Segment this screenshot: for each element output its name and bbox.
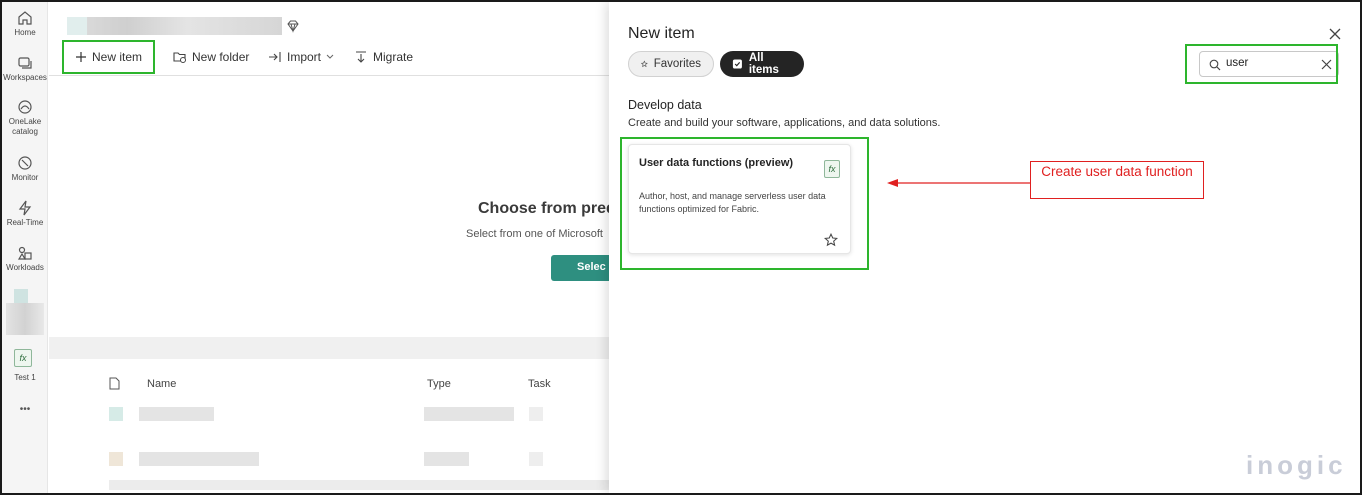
import-label: Import xyxy=(287,50,322,64)
table-row[interactable] xyxy=(109,407,123,421)
table-row[interactable] xyxy=(109,480,609,490)
screenshot-frame: Home Workspaces OneLake catalog Monitor … xyxy=(0,0,1362,495)
card-highlight xyxy=(620,137,869,270)
rail-item-workspaces[interactable]: Workspaces xyxy=(2,55,48,83)
section-description: Create and build your software, applicat… xyxy=(628,117,941,129)
table-row-cell xyxy=(424,452,469,466)
rail-label-test[interactable]: Test 1 xyxy=(2,373,48,383)
section-title: Develop data xyxy=(628,98,702,112)
migrate-button[interactable]: Migrate xyxy=(354,47,413,67)
new-folder-label: New folder xyxy=(192,50,250,64)
rail-label-onelake: OneLake catalog xyxy=(8,117,42,136)
workspace-name-blurred xyxy=(67,17,282,35)
realtime-icon xyxy=(18,200,32,216)
rail-item-home[interactable]: Home xyxy=(2,10,48,38)
workloads-icon xyxy=(17,246,32,260)
onelake-icon xyxy=(18,100,32,114)
monitor-icon xyxy=(18,156,32,170)
workspace-page: New item New folder Import Migrate Choos… xyxy=(49,2,631,493)
migrate-label: Migrate xyxy=(373,50,414,64)
table-row-cell xyxy=(529,407,543,421)
checkbox-icon xyxy=(732,59,742,69)
home-icon xyxy=(18,11,32,25)
col-type[interactable]: Type xyxy=(427,378,451,390)
new-folder-button[interactable]: New folder xyxy=(173,47,249,67)
empty-state-subtitle: Select from one of Microsoft xyxy=(466,228,603,240)
tab-favorites[interactable]: Favorites xyxy=(628,51,714,77)
annotation-callout: Create user data function xyxy=(1030,161,1204,199)
close-icon[interactable] xyxy=(1328,27,1342,41)
rail-label-realtime: Real-Time xyxy=(6,218,44,227)
premium-diamond-icon xyxy=(287,20,299,33)
search-highlight xyxy=(1185,44,1338,84)
folder-add-icon xyxy=(173,52,186,63)
left-rail: Home Workspaces OneLake catalog Monitor … xyxy=(2,2,48,493)
select-template-label: Selec xyxy=(577,261,606,273)
table-row-cell xyxy=(139,407,214,421)
workspaces-icon xyxy=(18,57,32,69)
rail-label-home: Home xyxy=(14,28,36,37)
table-header: Name Type Task xyxy=(49,372,609,396)
rail-label-monitor: Monitor xyxy=(11,173,39,182)
migrate-icon xyxy=(356,51,366,63)
star-icon xyxy=(641,60,648,68)
watermark-logo: inogic xyxy=(1246,450,1347,480)
col-task[interactable]: Task xyxy=(528,378,551,390)
rail-label-workloads: Workloads xyxy=(6,263,44,272)
empty-state-title: Choose from pred xyxy=(478,200,616,217)
rail-item-onelake[interactable]: OneLake catalog xyxy=(2,99,48,137)
chevron-down-icon xyxy=(326,54,334,59)
panel-title: New item xyxy=(628,25,695,42)
tab-all-items-label: All items xyxy=(748,52,779,76)
rail-item-realtime[interactable]: Real-Time xyxy=(2,200,48,228)
table-row[interactable] xyxy=(109,452,123,466)
file-icon xyxy=(109,377,120,390)
import-button[interactable]: Import xyxy=(268,47,334,67)
section-divider xyxy=(49,337,609,359)
table-row-cell xyxy=(529,452,543,466)
rail-item-workloads[interactable]: Workloads xyxy=(2,245,48,273)
tab-all-items[interactable]: All items xyxy=(720,51,804,77)
import-icon xyxy=(269,52,281,62)
new-item-panel: New item Favorites All items Develop dat… xyxy=(609,2,1360,493)
new-item-highlight xyxy=(62,40,155,74)
table-row-cell xyxy=(424,407,514,421)
table-row-cell xyxy=(139,452,259,466)
col-name[interactable]: Name xyxy=(147,378,176,390)
rail-item-monitor[interactable]: Monitor xyxy=(2,155,48,183)
tab-favorites-label: Favorites xyxy=(653,58,701,70)
rail-blurred-workspace xyxy=(6,303,44,335)
test-item-fx-icon[interactable]: fx xyxy=(14,349,32,367)
more-icon[interactable]: ••• xyxy=(2,405,48,415)
annotation-arrow xyxy=(887,179,1031,187)
rail-blurred-thumbnail xyxy=(14,289,28,303)
rail-label-workspaces: Workspaces xyxy=(3,73,47,82)
